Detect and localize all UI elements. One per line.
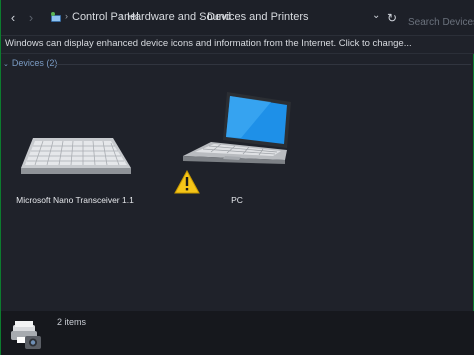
info-bar[interactable]: Windows can display enhanced device icon… [1, 36, 474, 54]
breadcrumb-separator: › [200, 11, 203, 21]
forward-button[interactable]: › [23, 10, 39, 26]
device-label: Microsoft Nano Transceiver 1.1 [16, 195, 134, 205]
group-divider [53, 64, 471, 65]
search-input[interactable] [401, 14, 474, 30]
printer-camera-icon [11, 321, 41, 349]
laptop-icon [183, 92, 291, 164]
devices-group-header[interactable]: ⌄ Devices (2) [3, 58, 57, 70]
address-bar: ‹ › › Control Panel › Hardware and Sound… [1, 0, 474, 36]
item-count: 2 items [57, 317, 87, 327]
status-bar: 2 items [1, 311, 474, 355]
address-dropdown-button[interactable]: ⌄ [372, 10, 380, 21]
breadcrumb-separator: › [120, 11, 123, 21]
warning-icon [174, 170, 200, 194]
keyboard-icon [21, 138, 131, 174]
back-button[interactable]: ‹ [5, 10, 21, 26]
device-label: PC [231, 195, 243, 205]
refresh-button[interactable]: ↻ [387, 11, 397, 25]
group-label: Devices (2) [11, 58, 58, 68]
device-keyboard[interactable]: Microsoft Nano Transceiver 1.1 [15, 120, 135, 210]
control-panel-icon [51, 12, 61, 22]
breadcrumb-separator: › [65, 11, 68, 21]
devices-and-printers-window: ‹ › › Control Panel › Hardware and Sound… [0, 0, 474, 355]
breadcrumb-devices-and-printers[interactable]: Devices and Printers [207, 11, 309, 24]
chevron-down-icon: ⌄ [3, 61, 9, 68]
device-pc[interactable]: PC [174, 90, 297, 210]
